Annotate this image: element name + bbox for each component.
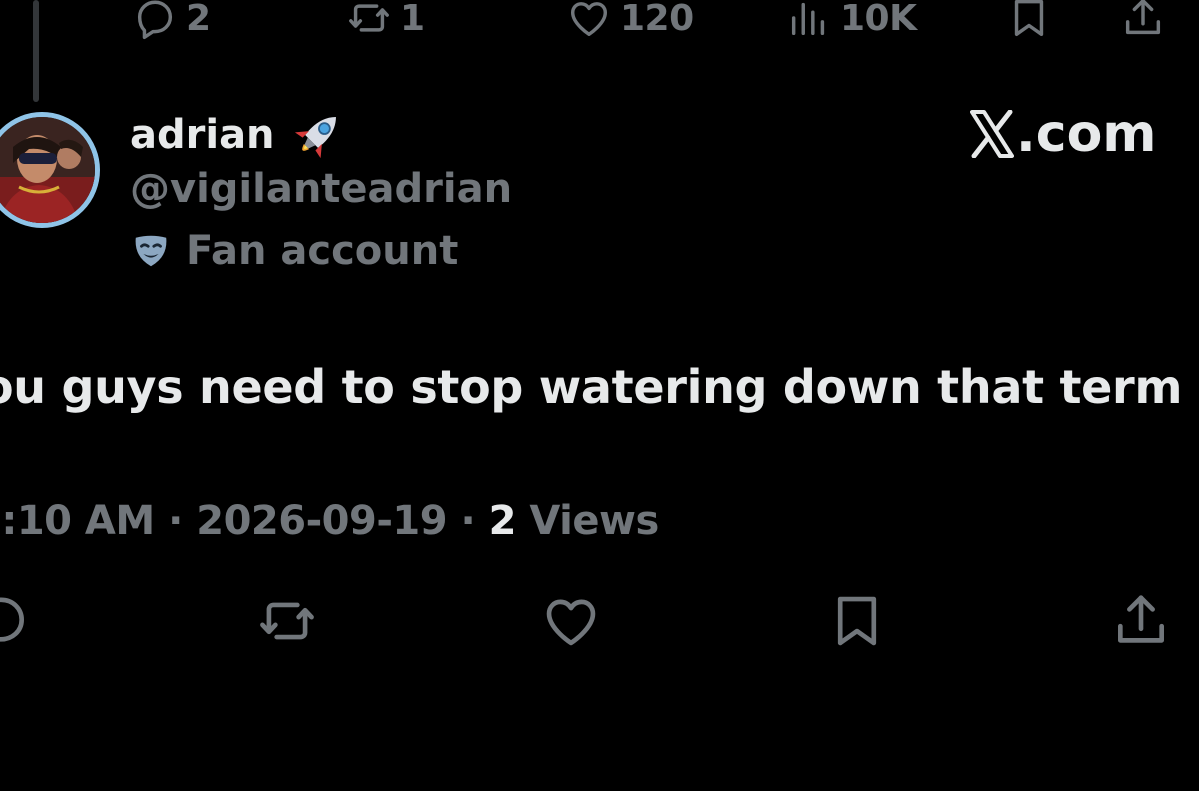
prev-reply-button[interactable]: 2 <box>132 0 211 40</box>
display-name-text: adrian <box>130 112 275 158</box>
account-label-text: Fan account <box>186 228 459 274</box>
prev-repost-button[interactable]: 1 <box>346 0 425 39</box>
theater-mask-icon <box>135 235 167 267</box>
reply-icon <box>137 0 173 40</box>
repost-button[interactable] <box>256 590 318 652</box>
rocket-emoji-icon <box>294 117 336 159</box>
like-button[interactable] <box>540 590 602 652</box>
reply-icon <box>0 597 24 642</box>
repost-icon <box>349 4 389 32</box>
share-icon <box>1125 0 1161 35</box>
prev-like-count: 120 <box>620 0 694 39</box>
post-text: ou guys need to stop watering down that … <box>0 360 1183 414</box>
repost-icon <box>260 602 314 640</box>
avatar-image <box>0 117 95 223</box>
views-label: Views <box>529 498 659 544</box>
views-icon <box>791 2 825 36</box>
post-date[interactable]: 2026-09-19 <box>196 498 447 544</box>
heart-icon <box>570 2 608 37</box>
meta-separator: · <box>154 498 197 544</box>
thread-connector-line <box>33 0 39 102</box>
prev-like-button[interactable]: 120 <box>566 0 694 39</box>
bookmark-button[interactable] <box>826 590 888 652</box>
bookmark-icon <box>1014 0 1044 37</box>
author-handle[interactable]: @vigilanteadrian <box>130 166 512 212</box>
prev-repost-count: 1 <box>400 0 425 39</box>
post-time[interactable]: 2:10 AM <box>0 498 155 544</box>
prev-share-button[interactable] <box>1120 0 1166 36</box>
brand-text: .com <box>1016 104 1157 164</box>
prev-bookmark-button[interactable] <box>1006 0 1052 37</box>
x-logo-icon <box>970 110 1014 158</box>
heart-icon <box>546 599 596 646</box>
prev-reply-count: 2 <box>186 0 211 39</box>
prev-views-count: 10K <box>840 0 917 39</box>
brand-watermark: .com <box>970 104 1157 164</box>
views-count: 2 <box>488 498 517 544</box>
author-display-name[interactable]: adrian <box>130 106 347 164</box>
post-meta: 2:10 AM · 2026-09-19 · 2 Views <box>0 498 659 544</box>
bookmark-icon <box>837 596 877 646</box>
share-icon <box>1118 595 1164 643</box>
account-label[interactable]: Fan account <box>132 228 458 274</box>
reply-button[interactable] <box>0 590 32 652</box>
author-avatar[interactable] <box>0 112 100 228</box>
prev-views-button[interactable]: 10K <box>786 0 917 39</box>
share-button[interactable] <box>1110 590 1172 652</box>
meta-separator: · <box>447 498 489 544</box>
